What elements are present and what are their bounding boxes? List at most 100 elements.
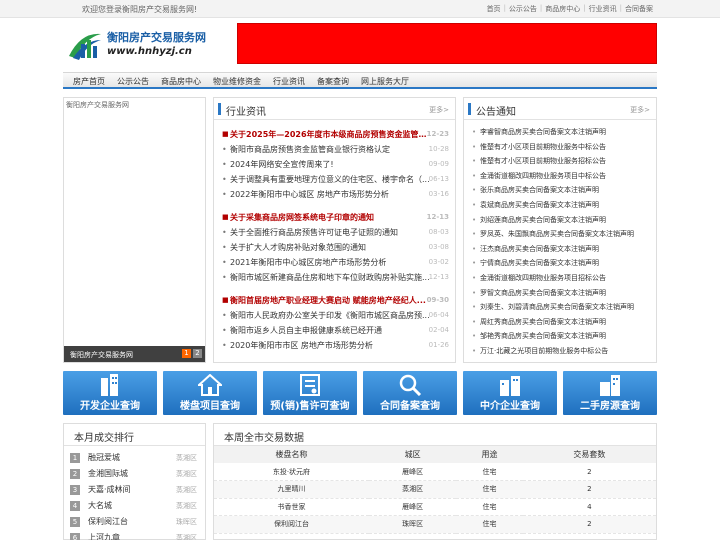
notice-item[interactable]: • 刘秦生、刘碧清商品房买卖合同备案文本注销声明 [472,300,652,315]
notice-item[interactable]: • 宁倩商品房买卖合同备案文本注销声明 [472,256,652,271]
table-cell: 2 [522,515,656,534]
table-cell: 蒸湘区 [368,480,457,499]
table-cell: 雁峰区 [368,498,457,516]
news-more-link[interactable]: 更多> [429,105,449,115]
column-header: 用途 [456,446,523,463]
news-item[interactable]: • 2022年衡阳市中心城区 房地产市场形势分析 03-16 [220,187,451,202]
developer-query-button[interactable]: 开发企业查询 [63,371,157,415]
news-item[interactable]: • 关于调整具有重要地理方位意义的住宅区、楼宇命名（... 06-13 [220,172,451,187]
news-item[interactable]: • 2020年衡阳市市区 房地产市场形势分析 01-26 [220,338,451,353]
top-link-home[interactable]: 首页 [484,4,504,14]
news-item[interactable]: • 衡阳市商品房预售资金监管商业银行资格认定 10-28 [220,142,451,157]
rank-item[interactable]: 1 融冠爱城 蒸湘区 [68,450,201,466]
top-link-news[interactable]: 行业资讯 [586,4,620,14]
news-item[interactable]: • 2024年网络安全宣传周来了! 09-09 [220,157,451,172]
notice-item[interactable]: • 惟楚有才小区项目前期物业服务中标公告 [472,140,652,155]
table-row[interactable]: 书香世家 雁峰区 住宅 4 [214,498,656,516]
top-link-commodity[interactable]: 商品房中心 [542,4,583,14]
table-row[interactable]: 东投·状元府 雁峰区 住宅 2 [214,463,656,481]
slider-page-2[interactable]: 2 [193,349,202,358]
nav-item-notices[interactable]: 公示公告 [111,73,155,87]
table-cell: 书香世家 [214,498,369,516]
news-headline[interactable]: ■ 关于采集商品房网签系统电子印章的通知 12-13 [220,210,451,225]
quick-label: 楼盘项目查询 [180,401,240,412]
rank-item[interactable]: 3 天嘉·成林间 蒸湘区 [68,482,201,498]
table-cell: 住宅 [456,480,523,499]
slider-pager: 1 2 [182,349,202,358]
contract-filing-query-button[interactable]: 合同备案查询 [363,371,457,415]
table-row[interactable]: 九里晴川 蒸湘区 住宅 2 [214,480,656,499]
nav-item-news[interactable]: 行业资讯 [267,73,311,87]
news-header: 行业资讯 更多> [214,98,455,120]
logo-swoosh-icon [69,33,101,60]
rank-title: 本月成交排行 [74,433,134,444]
quick-label: 预(销)售许可查询 [270,401,350,412]
notice-item[interactable]: • 万江·北藏之光项目前期物业服务中标公告 [472,344,652,359]
notice-item[interactable]: • 惟楚有才小区项目前期物业服务招标公告 [472,154,652,169]
nav-item-online-service[interactable]: 网上服务大厅 [355,73,415,87]
project-query-button[interactable]: 楼盘项目查询 [163,371,257,415]
main-nav: 房产首页 公示公告 商品房中心 物业维修资金 行业资讯 备案查询 网上服务大厅 [63,72,657,89]
news-item[interactable]: • 衡阳市人民政府办公室关于印发《衡阳市城区商品房预... 06-04 [220,308,451,323]
slider-page-1[interactable]: 1 [182,349,191,358]
table-cell: 九里晴川 [214,480,369,499]
top-link-contract[interactable]: 合同备案 [622,4,656,14]
news-item[interactable]: • 关于全面推行商品房预售许可证电子证照的通知 08-03 [220,225,451,240]
office-icon [500,376,520,396]
news-list: ■ 关于2025年—2026年度市本级商品房预售资金监管银... 12-23 • 衡阳… [214,120,455,353]
notice-item[interactable]: • 罗凤英、朱国飘商品房买卖合同备案文本注销声明 [472,227,652,242]
nav-item-commodity[interactable]: 商品房中心 [155,73,207,87]
table-cell: 珠晖区 [368,515,457,534]
rank-list: 1 融冠爱城 蒸湘区 2 金湘国际城 蒸湘区 3 天嘉·成林间 蒸湘区 4 大名城 蒸湘区 5保… [64,446,205,540]
news-item[interactable]: • 衡阳市城区新建商品住房和地下车位财政购房补贴实施... 12-13 [220,270,451,285]
weekly-table: 楼盘名称 城区 用途 交易套数 东投·状元府 雁峰区 住宅 2 九里晴川 蒸湘区 住宅 2 … [214,446,656,534]
column-header: 楼盘名称 [214,446,369,463]
news-headline[interactable]: ■ 关于2025年—2026年度市本级商品房预售资金监管银... 12-23 [220,127,451,142]
column-header: 交易套数 [522,446,656,463]
weekly-title: 本周全市交易数据 [224,433,304,444]
quick-label: 开发企业查询 [80,401,140,412]
agency-query-button[interactable]: 中介企业查询 [463,371,557,415]
notice-header: 公告通知 更多> [464,98,656,120]
table-header-row: 楼盘名称 城区 用途 交易套数 [214,446,656,463]
logo-url: www.hnhyzj.cn [107,46,192,57]
table-cell: 住宅 [456,498,523,516]
notice-item[interactable]: • 罗智文商品房买卖合同备案文本注销声明 [472,286,652,301]
notice-more-link[interactable]: 更多> [630,105,650,115]
notice-item[interactable]: • 金涌街道棚改四期物业服务项目招标公告 [472,271,652,286]
notice-item[interactable]: • 金涌街道棚改四期物业服务项目中标公告 [472,169,652,184]
table-cell: 2 [522,480,656,499]
table-cell: 保利阅江台 [214,515,369,534]
notice-item[interactable]: • 刘绍莲商品房买卖合同备案文本注销声明 [472,213,652,228]
rank-item[interactable]: 2 金湘国际城 蒸湘区 [68,466,201,482]
image-slider[interactable]: 衡阳房产交易服务网 衡阳房产交易服务网 1 2 [63,97,206,363]
presale-license-query-button[interactable]: 预(销)售许可查询 [263,371,357,415]
notice-item[interactable]: • 周红秀商品房买卖合同备案文本注销声明 [472,315,652,330]
secondhand-icon [600,375,620,396]
monthly-rank-panel: 本月成交排行 1 融冠爱城 蒸湘区 2 金湘国际城 蒸湘区 3 天嘉·成林间 蒸湘区 4 大名… [63,423,206,540]
rank-item[interactable]: 4 大名城 蒸湘区 [68,498,201,514]
top-link-notices[interactable]: 公示公告 [506,4,540,14]
notice-item[interactable]: • 邹艳秀商品房买卖合同备案文本注销声明 [472,329,652,344]
news-item[interactable]: • 关于扩大人才购房补贴对象范围的通知 03-08 [220,240,451,255]
nav-item-maintenance-fund[interactable]: 物业维修资金 [207,73,267,87]
nav-item-filing-query[interactable]: 备案查询 [311,73,355,87]
weekly-data-panel: 本周全市交易数据 楼盘名称 城区 用途 交易套数 东投·状元府 雁峰区 住宅 2 九里… [213,423,657,540]
notice-panel: 公告通知 更多> • 李睿智商品房买卖合同备案文本注销声明 • 惟楚有才小区项目前期… [463,97,657,363]
notice-item[interactable]: • 李睿智商品房买卖合同备案文本注销声明 [472,125,652,140]
news-item[interactable]: • 2021年衡阳市中心城区房地产市场形势分析 03-02 [220,255,451,270]
rank-item[interactable]: 6 上河九章 蒸湘区 [68,530,201,540]
table-row[interactable]: 保利阅江台 珠晖区 住宅 2 [214,515,656,534]
rank-item[interactable]: 5 保利阅江台 珠晖区 [68,514,201,530]
header-banner[interactable] [237,23,657,64]
notice-item[interactable]: • 张乐商品房买卖合同备案文本注销声明 [472,183,652,198]
news-headline[interactable]: ■ 衡阳首届房地产职业经理大赛启动 赋能房地产经纪人... 09-30 [220,293,451,308]
notice-item[interactable]: • 袁斌商品房买卖合同备案文本注销声明 [472,198,652,213]
site-logo[interactable]: 衡阳房产交易服务网 www.hnhyzj.cn [67,24,207,64]
quick-label: 合同备案查询 [380,401,440,412]
nav-item-home[interactable]: 房产首页 [67,73,111,87]
news-item[interactable]: • 衡阳市返乡人员自主申报健康系统已经开通 02-04 [220,323,451,338]
secondhand-query-button[interactable]: 二手房源查询 [563,371,657,415]
news-title: 行业资讯 [226,107,266,118]
notice-item[interactable]: • 汪杰商品房买卖合同备案文本注销声明 [472,242,652,257]
